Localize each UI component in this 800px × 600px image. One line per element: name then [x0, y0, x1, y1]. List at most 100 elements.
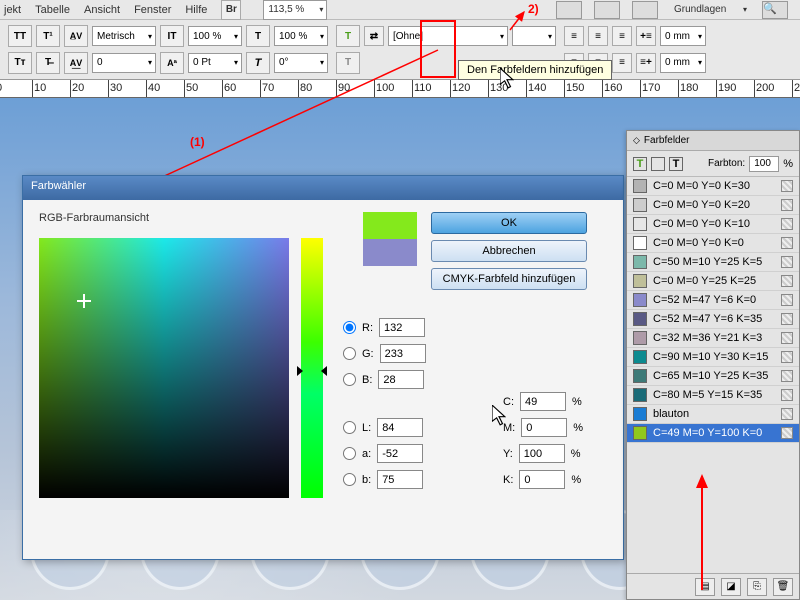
align-left-icon[interactable]: ≡: [564, 26, 584, 46]
menu-item[interactable]: Fenster: [134, 4, 171, 16]
panel-tab[interactable]: Farbfelder: [627, 131, 799, 151]
swatch-row[interactable]: C=0 M=0 Y=0 K=30: [627, 177, 799, 196]
g-label: G:: [362, 348, 374, 360]
fill-dropdown[interactable]: [Ohne]: [388, 26, 508, 46]
g-input[interactable]: [380, 344, 426, 363]
a-input[interactable]: [377, 444, 423, 463]
swatch-type-icon: [781, 313, 793, 325]
swatch-row[interactable]: C=0 M=0 Y=25 K=25: [627, 272, 799, 291]
tt-strike-icon[interactable]: T̶: [36, 52, 60, 74]
swatch-row[interactable]: C=49 M=0 Y=100 K=0: [627, 424, 799, 443]
t-width-icon[interactable]: T: [246, 25, 270, 47]
baseline-dropdown[interactable]: 0 Pt: [188, 53, 242, 73]
l-input[interactable]: [377, 418, 423, 437]
b-input[interactable]: [378, 370, 424, 389]
wscale-dropdown[interactable]: 100 %: [274, 26, 328, 46]
indent2-icon[interactable]: ≡+: [636, 53, 656, 73]
swatch-row[interactable]: C=0 M=0 Y=0 K=20: [627, 196, 799, 215]
show-options-icon[interactable]: ▤: [695, 578, 715, 596]
swatch-row[interactable]: C=0 M=0 Y=0 K=0: [627, 234, 799, 253]
swatch-color-icon: [633, 293, 647, 307]
menu-item[interactable]: Hilfe: [185, 4, 207, 16]
swatch-name: C=32 M=36 Y=21 K=3: [653, 332, 762, 344]
align-right-icon[interactable]: ≡: [612, 26, 632, 46]
kern-dropdown[interactable]: 0: [92, 53, 156, 73]
it-scale-icon[interactable]: IT: [160, 25, 184, 47]
fill-pct-dropdown[interactable]: [512, 26, 556, 46]
swatch-row[interactable]: C=80 M=5 Y=15 K=35: [627, 386, 799, 405]
swatch-row[interactable]: C=50 M=10 Y=25 K=5: [627, 253, 799, 272]
swatch-row[interactable]: C=52 M=47 Y=6 K=0: [627, 291, 799, 310]
swatch-color-icon: [633, 331, 647, 345]
new-group-icon[interactable]: ◪: [721, 578, 741, 596]
baseline-icon[interactable]: Aª: [160, 52, 184, 74]
indent-icon[interactable]: +≡: [636, 26, 656, 46]
ok-button[interactable]: OK: [431, 212, 587, 234]
align-bot-icon[interactable]: ≡: [612, 53, 632, 73]
swatch-type-icon: [781, 256, 793, 268]
cmyk-add-button[interactable]: CMYK-Farbfeld hinzufügen: [431, 268, 587, 290]
fill-t-icon[interactable]: T: [336, 25, 360, 47]
farbton-input[interactable]: [749, 156, 779, 172]
swatch-row[interactable]: C=0 M=0 Y=0 K=10: [627, 215, 799, 234]
stroke-t-icon[interactable]: T: [669, 157, 683, 171]
swatch-color-icon: [633, 426, 647, 440]
toolbar: TT T¹ A̲V Metrisch Tᴛ T̶ A͟V 0 IT 100 % …: [0, 20, 800, 80]
indent-dropdown[interactable]: 0 mm: [660, 26, 706, 46]
r-input[interactable]: [379, 318, 425, 337]
indent2-dropdown[interactable]: 0 mm: [660, 53, 706, 73]
ruler[interactable]: 0102030405060708090100110120130140150160…: [0, 80, 800, 98]
bridge-icon[interactable]: Br: [221, 0, 241, 20]
k-label: K:: [503, 474, 513, 486]
swatch-row[interactable]: C=65 M=10 Y=25 K=35: [627, 367, 799, 386]
fill-t-icon[interactable]: T: [633, 157, 647, 171]
color-field[interactable]: [39, 238, 289, 498]
av2-icon[interactable]: A͟V: [64, 52, 88, 74]
y-input[interactable]: [519, 444, 565, 463]
swap-icon[interactable]: [651, 157, 665, 171]
tt-caps-icon[interactable]: TT: [8, 25, 32, 47]
av-icon[interactable]: A̲V: [64, 25, 88, 47]
hscale-dropdown[interactable]: 100 %: [188, 26, 242, 46]
m-input[interactable]: [521, 418, 567, 437]
tt-super-icon[interactable]: T¹: [36, 25, 60, 47]
hue-handle-icon[interactable]: [297, 366, 327, 376]
swatch-type-icon: [781, 351, 793, 363]
swatch-list[interactable]: C=0 M=0 Y=0 K=30C=0 M=0 Y=0 K=20C=0 M=0 …: [627, 177, 799, 477]
top-icons: Grundlagen 🔍: [556, 0, 796, 20]
swatch-name: C=65 M=10 Y=25 K=35: [653, 370, 768, 382]
c-label: C:: [503, 396, 514, 408]
menu-item[interactable]: jekt: [4, 4, 21, 16]
menu-item[interactable]: Tabelle: [35, 4, 70, 16]
bb-radio[interactable]: [343, 473, 356, 486]
swatch-row[interactable]: C=52 M=47 Y=6 K=35: [627, 310, 799, 329]
tt-small-icon[interactable]: Tᴛ: [8, 52, 32, 74]
metric-dropdown[interactable]: Metrisch: [92, 26, 156, 46]
align-center-icon[interactable]: ≡: [588, 26, 608, 46]
a-radio[interactable]: [343, 447, 356, 460]
swatch-row[interactable]: blauton: [627, 405, 799, 424]
b-radio[interactable]: [343, 373, 356, 386]
delete-icon[interactable]: 🗑: [773, 578, 793, 596]
skew-dropdown[interactable]: 0°: [274, 53, 328, 73]
g-radio[interactable]: [343, 347, 356, 360]
k-input[interactable]: [519, 470, 565, 489]
new-swatch-icon[interactable]: ⎘: [747, 578, 767, 596]
r-radio[interactable]: [343, 321, 356, 334]
cancel-button[interactable]: Abbrechen: [431, 240, 587, 262]
arrange-icon[interactable]: [632, 1, 658, 19]
skew-icon[interactable]: T: [246, 52, 270, 74]
swatch-row[interactable]: C=32 M=36 Y=21 K=3: [627, 329, 799, 348]
c-input[interactable]: [520, 392, 566, 411]
workspace-dropdown[interactable]: Grundlagen: [670, 0, 750, 20]
zoom-dropdown[interactable]: 113,5 %: [263, 0, 327, 20]
menu-item[interactable]: Ansicht: [84, 4, 120, 16]
stroke-t-icon[interactable]: T: [336, 52, 360, 74]
fill-swap-icon[interactable]: ⇄: [364, 26, 384, 46]
bb-input[interactable]: [377, 470, 423, 489]
view-icon[interactable]: [556, 1, 582, 19]
l-radio[interactable]: [343, 421, 356, 434]
swatch-row[interactable]: C=90 M=10 Y=30 K=15: [627, 348, 799, 367]
search-icon[interactable]: 🔍: [762, 1, 788, 19]
screen-icon[interactable]: [594, 1, 620, 19]
